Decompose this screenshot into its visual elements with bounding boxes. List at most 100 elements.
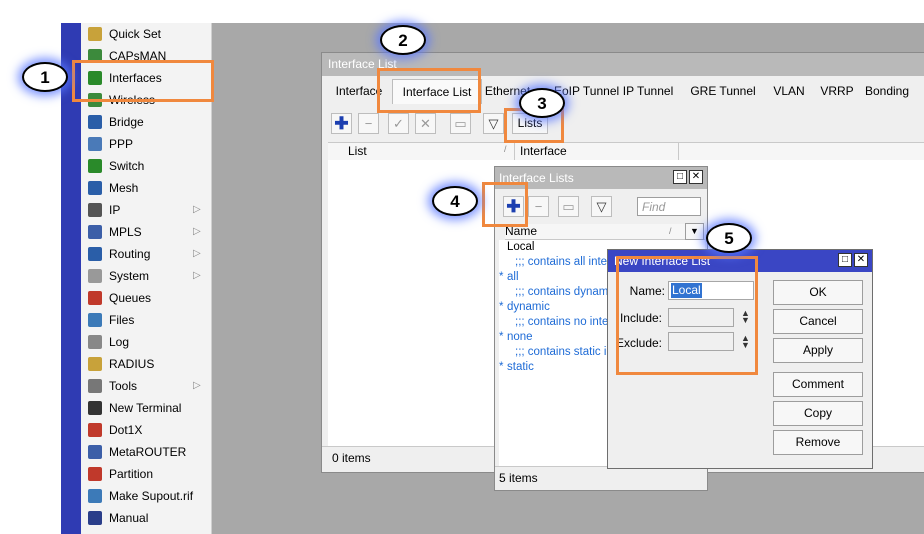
sidebar-item[interactable]: Queues: [81, 287, 211, 309]
sidebar-item-label: IP: [109, 203, 121, 217]
sidebar-item-label: Tools: [109, 379, 138, 393]
sidebar-item-label: Quick Set: [109, 27, 162, 41]
disable-button[interactable]: ✕: [415, 113, 436, 134]
highlight-add-button: [482, 182, 528, 227]
add-button[interactable]: ✚: [331, 113, 352, 134]
folder-icon: [88, 313, 102, 327]
sidebar-item-label: System: [109, 269, 150, 283]
sidebar-item-label: Bridge: [109, 115, 144, 129]
column-interface[interactable]: Interface: [520, 144, 567, 158]
column-divider: [678, 142, 679, 160]
comment-list-button[interactable]: ▭: [558, 196, 579, 217]
callout-5: 5: [706, 223, 752, 253]
sidebar-item[interactable]: Log: [81, 331, 211, 353]
mpls-icon: [88, 225, 102, 239]
wand-icon: [88, 27, 102, 41]
sidebar-item-label: Routing: [109, 247, 151, 261]
sidebar-item-label: Switch: [109, 159, 145, 173]
sidebar-item-label: RADIUS: [109, 357, 155, 371]
remove-button[interactable]: −: [358, 113, 379, 134]
sidebar-item[interactable]: Partition: [81, 463, 211, 485]
sidebar-item[interactable]: Tools ▷: [81, 375, 211, 397]
sidebar-item-label: Log: [109, 335, 130, 349]
sidebar-item-label: MetaROUTER: [109, 445, 187, 459]
sidebar-item-label: MPLS: [109, 225, 142, 239]
highlight-interface-list-tab: [377, 68, 481, 113]
highlight-name-fields: [616, 256, 758, 375]
sidebar-item[interactable]: RADIUS: [81, 353, 211, 375]
sidebar-item-label: Dot1X: [109, 423, 143, 437]
submenu-arrow-icon: ▷: [193, 248, 201, 259]
maximize-icon[interactable]: □: [838, 253, 852, 267]
maximize-icon[interactable]: □: [673, 170, 687, 184]
sort-indicator-icon: /: [669, 226, 672, 236]
remove-button[interactable]: Remove: [773, 430, 863, 455]
highlight-interfaces: [72, 60, 214, 102]
filter-icon[interactable]: ▽: [591, 196, 612, 217]
sidebar-item[interactable]: Manual: [81, 507, 211, 529]
toolbar: ✚ − ✓ ✕ ▭ ▽ Lists: [322, 110, 924, 138]
column-divider: [514, 142, 515, 160]
sort-indicator-icon: /: [504, 144, 507, 154]
tab[interactable]: GRE Tunnel: [684, 79, 762, 103]
tab[interactable]: VRRP: [815, 79, 859, 103]
supout-icon: [88, 489, 102, 503]
dynamic-marker: *: [499, 361, 504, 373]
dynamic-marker: *: [499, 331, 504, 343]
list-name: none: [507, 331, 533, 343]
submenu-arrow-icon: ▷: [193, 270, 201, 281]
dot1x-icon: [88, 423, 102, 437]
ok-button[interactable]: OK: [773, 280, 863, 305]
sidebar-item-label: New Terminal: [109, 401, 182, 415]
bridge-icon: [88, 115, 102, 129]
ip-icon: [88, 203, 102, 217]
sidebar-item-label: Make Supout.rif: [109, 489, 194, 503]
filter-icon[interactable]: ▽: [483, 113, 504, 134]
find-input[interactable]: Find: [637, 197, 701, 216]
tab[interactable]: VLAN: [767, 79, 811, 103]
chevron-down-icon[interactable]: ▼: [685, 223, 704, 240]
apply-button[interactable]: Apply: [773, 338, 863, 363]
sidebar-item[interactable]: New Terminal: [81, 397, 211, 419]
sidebar-item[interactable]: Dot1X: [81, 419, 211, 441]
cancel-button[interactable]: Cancel: [773, 309, 863, 334]
sidebar-item[interactable]: PPP: [81, 133, 211, 155]
sidebar-item[interactable]: Switch: [81, 155, 211, 177]
mesh-icon: [88, 181, 102, 195]
sidebar-item[interactable]: Bridge: [81, 111, 211, 133]
routing-icon: [88, 247, 102, 261]
sidebar-item[interactable]: Mesh: [81, 177, 211, 199]
metarouter-icon: [88, 445, 102, 459]
callout-4: 4: [432, 186, 478, 216]
tab[interactable]: IP Tunnel: [617, 79, 679, 103]
comment-button[interactable]: ▭: [450, 113, 471, 134]
sidebar-item[interactable]: IP ▷: [81, 199, 211, 221]
callout-2: 2: [380, 25, 426, 55]
dynamic-marker: *: [499, 271, 504, 283]
partition-icon: [88, 467, 102, 481]
copy-button[interactable]: Copy: [773, 401, 863, 426]
tab[interactable]: Bonding: [862, 79, 912, 103]
sidebar-item-label: Queues: [109, 291, 152, 305]
column-list[interactable]: List: [348, 144, 367, 158]
close-icon[interactable]: ✕: [689, 170, 703, 184]
sidebar-item-label: PPP: [109, 137, 134, 151]
queues-icon: [88, 291, 102, 305]
remove-list-button[interactable]: −: [528, 196, 549, 217]
sidebar-item[interactable]: MetaROUTER: [81, 441, 211, 463]
sidebar-item[interactable]: MPLS ▷: [81, 221, 211, 243]
callout-1: 1: [22, 62, 68, 92]
table-header: List / Interface: [328, 142, 924, 161]
sidebar-item[interactable]: Routing ▷: [81, 243, 211, 265]
ppp-icon: [88, 137, 102, 151]
list-name: dynamic: [507, 301, 550, 313]
sidebar-item[interactable]: Files: [81, 309, 211, 331]
close-icon[interactable]: ✕: [854, 253, 868, 267]
sidebar-item[interactable]: Make Supout.rif: [81, 485, 211, 507]
comment-button[interactable]: Comment: [773, 372, 863, 397]
sidebar-item[interactable]: Quick Set: [81, 23, 211, 45]
window-controls: □ ✕: [836, 253, 868, 267]
submenu-arrow-icon: ▷: [193, 380, 201, 391]
enable-button[interactable]: ✓: [388, 113, 409, 134]
sidebar-item[interactable]: System ▷: [81, 265, 211, 287]
